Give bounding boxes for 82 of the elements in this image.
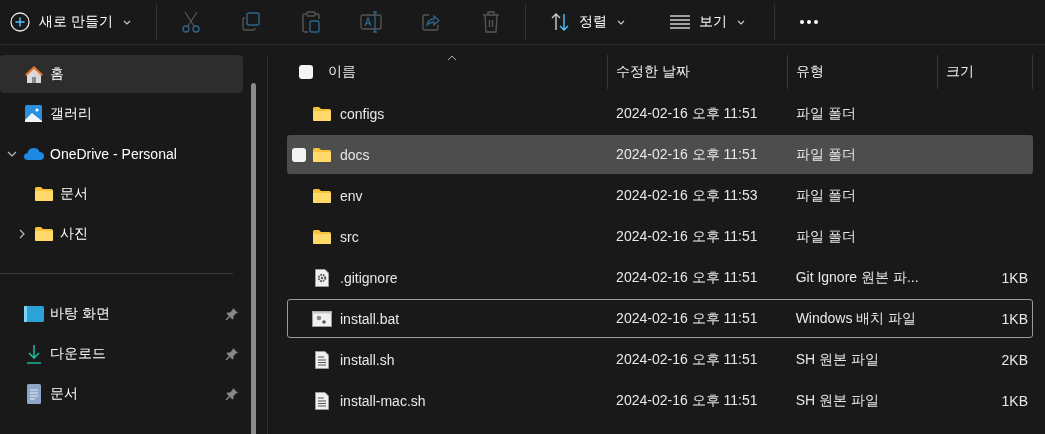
nav-item[interactable]: 문서: [0, 175, 243, 213]
file-name: install.sh: [340, 351, 395, 368]
cloud-icon: [24, 147, 44, 161]
column-header[interactable]: 수정한 날짜: [616, 63, 690, 81]
scrollbar[interactable]: [251, 83, 256, 434]
scissors-icon: [180, 11, 201, 33]
file-row[interactable]: install-mac.sh 2024-02-16 오후 11:51 SH 원본 파일 1KB: [287, 381, 1033, 420]
sort-icon: [549, 12, 570, 32]
nav-item[interactable]: 바탕 화면: [0, 295, 243, 333]
file-row[interactable]: .gitignore 2024-02-16 오후 11:51 Git Ignore 원본 파... 1KB: [287, 258, 1033, 297]
plus-circle-icon: [10, 12, 30, 32]
clipboard-icon: [300, 11, 321, 33]
type-text: Windows 배치 파일: [795, 309, 917, 328]
copy-icon: [240, 12, 261, 32]
picture-icon: [24, 104, 44, 124]
date-text: 2024-02-16 오후 11:51: [616, 104, 758, 123]
column-header[interactable]: 크기: [946, 63, 974, 81]
date-text: 2024-02-16 오후 11:51: [616, 309, 758, 328]
type-text: 파일 폴더: [795, 227, 856, 246]
file-name: configs: [340, 105, 385, 122]
document-icon: [27, 384, 41, 404]
size-text: 1KB: [1001, 269, 1028, 286]
file-name: src: [340, 228, 359, 245]
nav-item[interactable]: OneDrive - Personal: [0, 135, 243, 173]
folder-icon: [313, 229, 331, 244]
gear-file-icon: [315, 268, 329, 287]
nav-item[interactable]: 홈: [0, 55, 243, 93]
file-row[interactable]: install.bat 2024-02-16 오후 11:51 Windows 배치 파일 1KB: [287, 299, 1033, 338]
size-text: 1KB: [1001, 392, 1028, 409]
folder-icon: [35, 227, 53, 241]
type-text: Git Ignore 원본 파...: [795, 268, 919, 287]
nav-item[interactable]: 다운로드: [0, 335, 243, 373]
column-header[interactable]: 이름: [328, 63, 356, 81]
sort-button[interactable]: 정렬: [547, 4, 636, 40]
download-icon: [26, 344, 42, 364]
folder-icon: [35, 187, 53, 201]
date-text: 2024-02-16 오후 11:51: [616, 145, 758, 164]
type-text: 파일 폴더: [795, 145, 856, 164]
type-text: 파일 폴더: [795, 104, 856, 123]
file-row[interactable]: env 2024-02-16 오후 11:53 파일 폴더: [287, 176, 1033, 215]
file-name: env: [340, 187, 363, 204]
nav-item[interactable]: 사진: [0, 215, 243, 253]
share-icon: [420, 12, 441, 32]
file-name: install.bat: [340, 310, 400, 327]
date-text: 2024-02-16 오후 11:51: [616, 350, 758, 369]
chevron-right-icon[interactable]: [17, 229, 27, 239]
size-text: 2KB: [1001, 351, 1028, 368]
list-view-icon: [669, 14, 690, 30]
file-name: install-mac.sh: [340, 392, 426, 409]
nav-item[interactable]: 문서: [0, 375, 243, 413]
view-button[interactable]: 보기: [667, 4, 756, 40]
date-text: 2024-02-16 오후 11:51: [616, 391, 758, 410]
column-header[interactable]: 유형: [796, 63, 824, 81]
date-text: 2024-02-16 오후 11:51: [616, 268, 758, 287]
folder-icon: [313, 147, 331, 162]
date-text: 2024-02-16 오후 11:51: [616, 227, 758, 246]
gears-window-icon: [312, 310, 332, 327]
trash-icon: [481, 11, 500, 33]
type-text: 파일 폴더: [795, 186, 856, 205]
file-name: docs: [340, 146, 370, 163]
more-icon: [798, 19, 819, 25]
file-row[interactable]: configs 2024-02-16 오후 11:51 파일 폴더: [287, 94, 1033, 133]
select-all-checkbox[interactable]: [299, 65, 313, 79]
row-checkbox[interactable]: [292, 147, 306, 162]
file-row[interactable]: src 2024-02-16 오후 11:51 파일 폴더: [287, 217, 1033, 256]
type-text: SH 원본 파일: [795, 350, 879, 369]
new-button[interactable]: 새로 만들기: [8, 4, 142, 40]
chevron-down-icon[interactable]: [7, 149, 17, 159]
house-icon: [24, 64, 44, 84]
folder-icon: [313, 188, 331, 203]
file-name: .gitignore: [340, 269, 398, 286]
file-row[interactable]: install.sh 2024-02-16 오후 11:51 SH 원본 파일 2KB: [287, 340, 1033, 379]
text-file-icon: [315, 350, 329, 369]
file-row[interactable]: docs 2024-02-16 오후 11:51 파일 폴더: [287, 135, 1033, 174]
rename-icon: [359, 11, 382, 33]
text-file-icon: [315, 391, 329, 410]
desktop-icon: [24, 306, 44, 322]
date-text: 2024-02-16 오후 11:53: [616, 186, 758, 205]
nav-item[interactable]: 갤러리: [0, 95, 243, 133]
type-text: SH 원본 파일: [795, 391, 879, 410]
size-text: 1KB: [1001, 310, 1028, 327]
folder-icon: [313, 106, 331, 121]
